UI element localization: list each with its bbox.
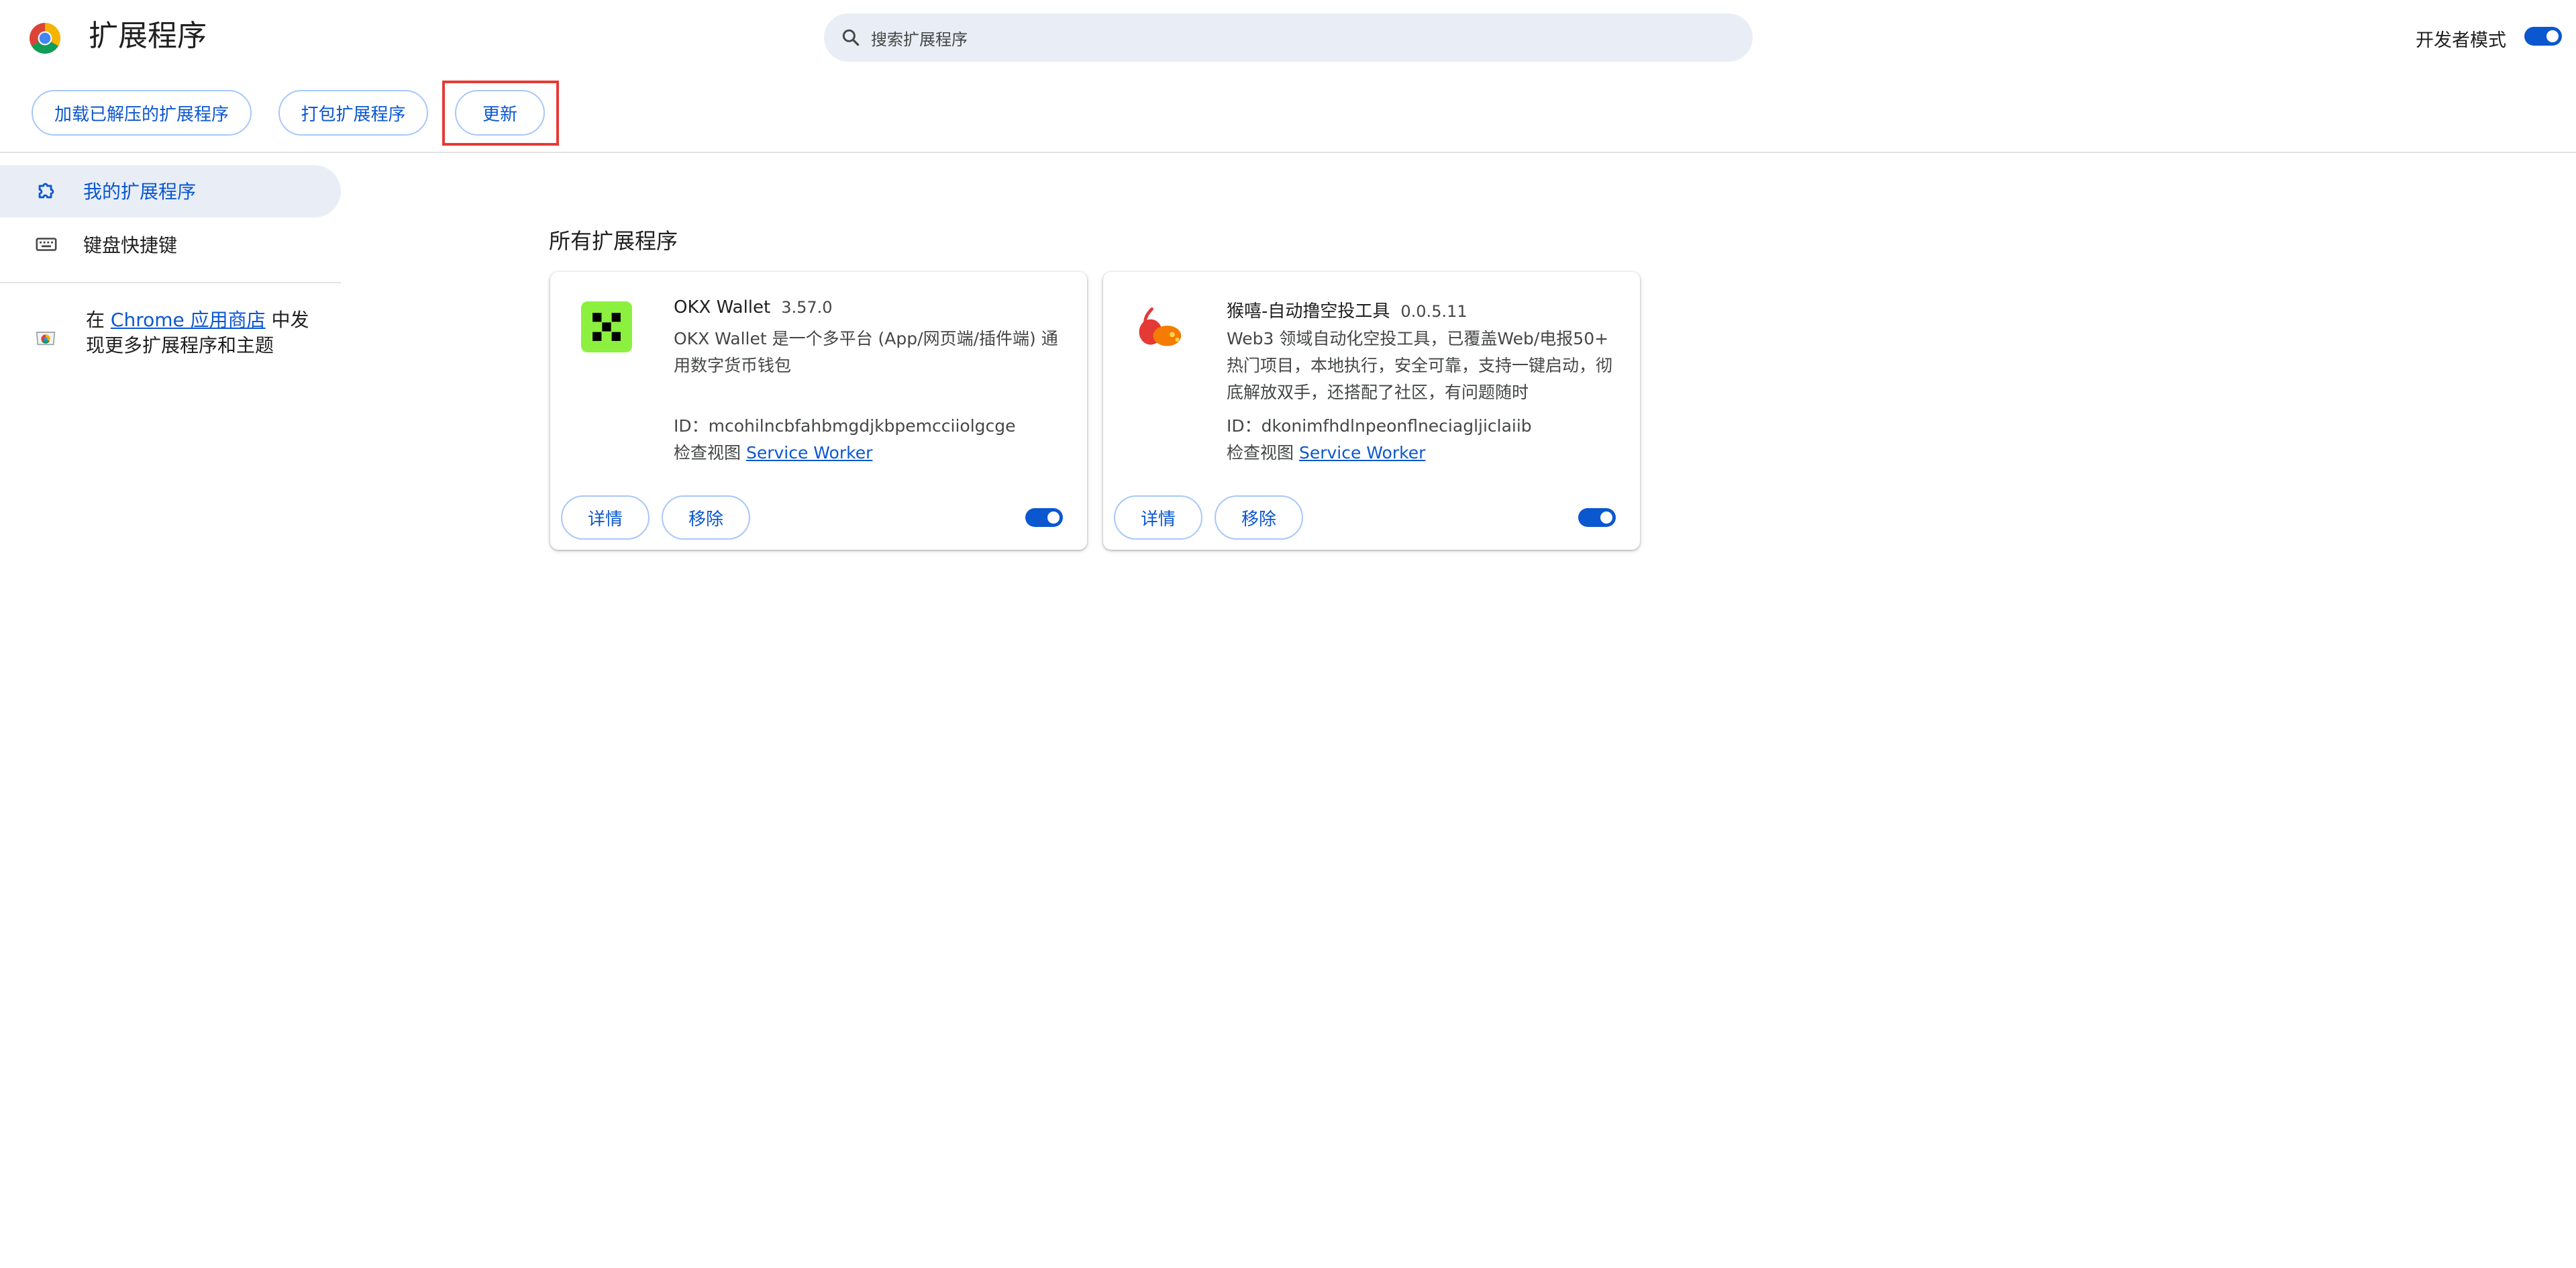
inspect-views: 检查视图 Service Worker	[674, 440, 872, 464]
details-button[interactable]: 详情	[561, 495, 650, 540]
highlight-box	[442, 81, 559, 146]
pack-extension-button[interactable]: 打包扩展程序	[278, 90, 428, 136]
extension-name: OKX Wallet 3.57.0	[674, 297, 833, 318]
extension-description: Web3 领域自动化空投工具，已覆盖Web/电报50+ 热门项目，本地执行，安全…	[1227, 329, 1613, 402]
page-title: 扩展程序	[89, 19, 207, 53]
developer-mode-toggle[interactable]	[2524, 27, 2562, 46]
section-title: 所有扩展程序	[549, 228, 678, 254]
toggle-knob	[1600, 511, 1612, 524]
service-worker-link[interactable]: Service Worker	[746, 443, 872, 462]
toggle-knob	[1047, 511, 1060, 524]
inspect-label: 检查视图	[1227, 443, 1299, 462]
remove-button[interactable]: 移除	[1215, 495, 1303, 540]
extension-card-okx: OKX Wallet 3.57.0 OKX Wallet 是一个多平台 (App/…	[550, 272, 1087, 550]
remove-button[interactable]: 移除	[662, 495, 750, 540]
extension-name-text: OKX Wallet	[674, 297, 771, 318]
details-button[interactable]: 详情	[1114, 495, 1202, 540]
extension-id: ID：dkonimfhdlnpeonflneciagljiclaiib	[1227, 416, 1532, 436]
sidebar-divider	[0, 282, 341, 283]
header-divider	[0, 152, 2576, 153]
monkey-logo-icon	[1139, 307, 1182, 346]
extension-name-text: 猴嘻-自动撸空投工具	[1227, 301, 1390, 322]
extension-enable-toggle[interactable]	[1025, 508, 1063, 527]
extension-version: 3.57.0	[781, 298, 833, 317]
okx-logo-icon	[581, 301, 632, 352]
inspect-views: 检查视图 Service Worker	[1227, 440, 1425, 464]
keyboard-icon	[36, 238, 57, 251]
extension-icon	[38, 183, 54, 199]
extension-id: ID：mcohilncbfahbmgdjkbpemcciiolgcge	[674, 416, 1016, 436]
toggle-knob	[2546, 30, 2559, 42]
extension-card-monkey: 猴嘻-自动撸空投工具 0.0.5.11 Web3 领域自动化空投工具，已覆盖Web…	[1103, 272, 1640, 550]
search-bar[interactable]: 搜索扩展程序	[824, 13, 1753, 62]
developer-mode-label: 开发者模式	[2416, 30, 2506, 51]
extension-version: 0.0.5.11	[1400, 302, 1467, 321]
extension-name: 猴嘻-自动撸空投工具 0.0.5.11	[1227, 297, 1467, 322]
inspect-label: 检查视图	[674, 443, 746, 462]
sidebar-item-keyboard-shortcuts[interactable]: 键盘快捷键	[35, 231, 177, 258]
sidebar-item-my-extensions[interactable]: 我的扩展程序	[35, 177, 196, 204]
chrome-web-store-link[interactable]: Chrome 应用商店	[111, 309, 266, 331]
search-input[interactable]: 搜索扩展程序	[871, 26, 968, 50]
chrome-web-store-icon	[36, 332, 56, 346]
sidebar-item-label: 我的扩展程序	[83, 181, 197, 203]
service-worker-link[interactable]: Service Worker	[1299, 443, 1425, 462]
sidebar-item-label: 键盘快捷键	[83, 234, 178, 256]
chrome-logo-icon	[30, 23, 60, 54]
store-prefix: 在	[86, 309, 111, 331]
load-unpacked-button[interactable]: 加载已解压的扩展程序	[32, 90, 252, 136]
search-icon	[842, 29, 860, 46]
extension-description: OKX Wallet 是一个多平台 (App/网页端/插件端) 通用数字货币钱包	[674, 329, 1058, 375]
web-store-promo: 在 Chrome 应用商店 中发现更多扩展程序和主题	[86, 307, 314, 358]
extension-enable-toggle[interactable]	[1578, 508, 1616, 527]
